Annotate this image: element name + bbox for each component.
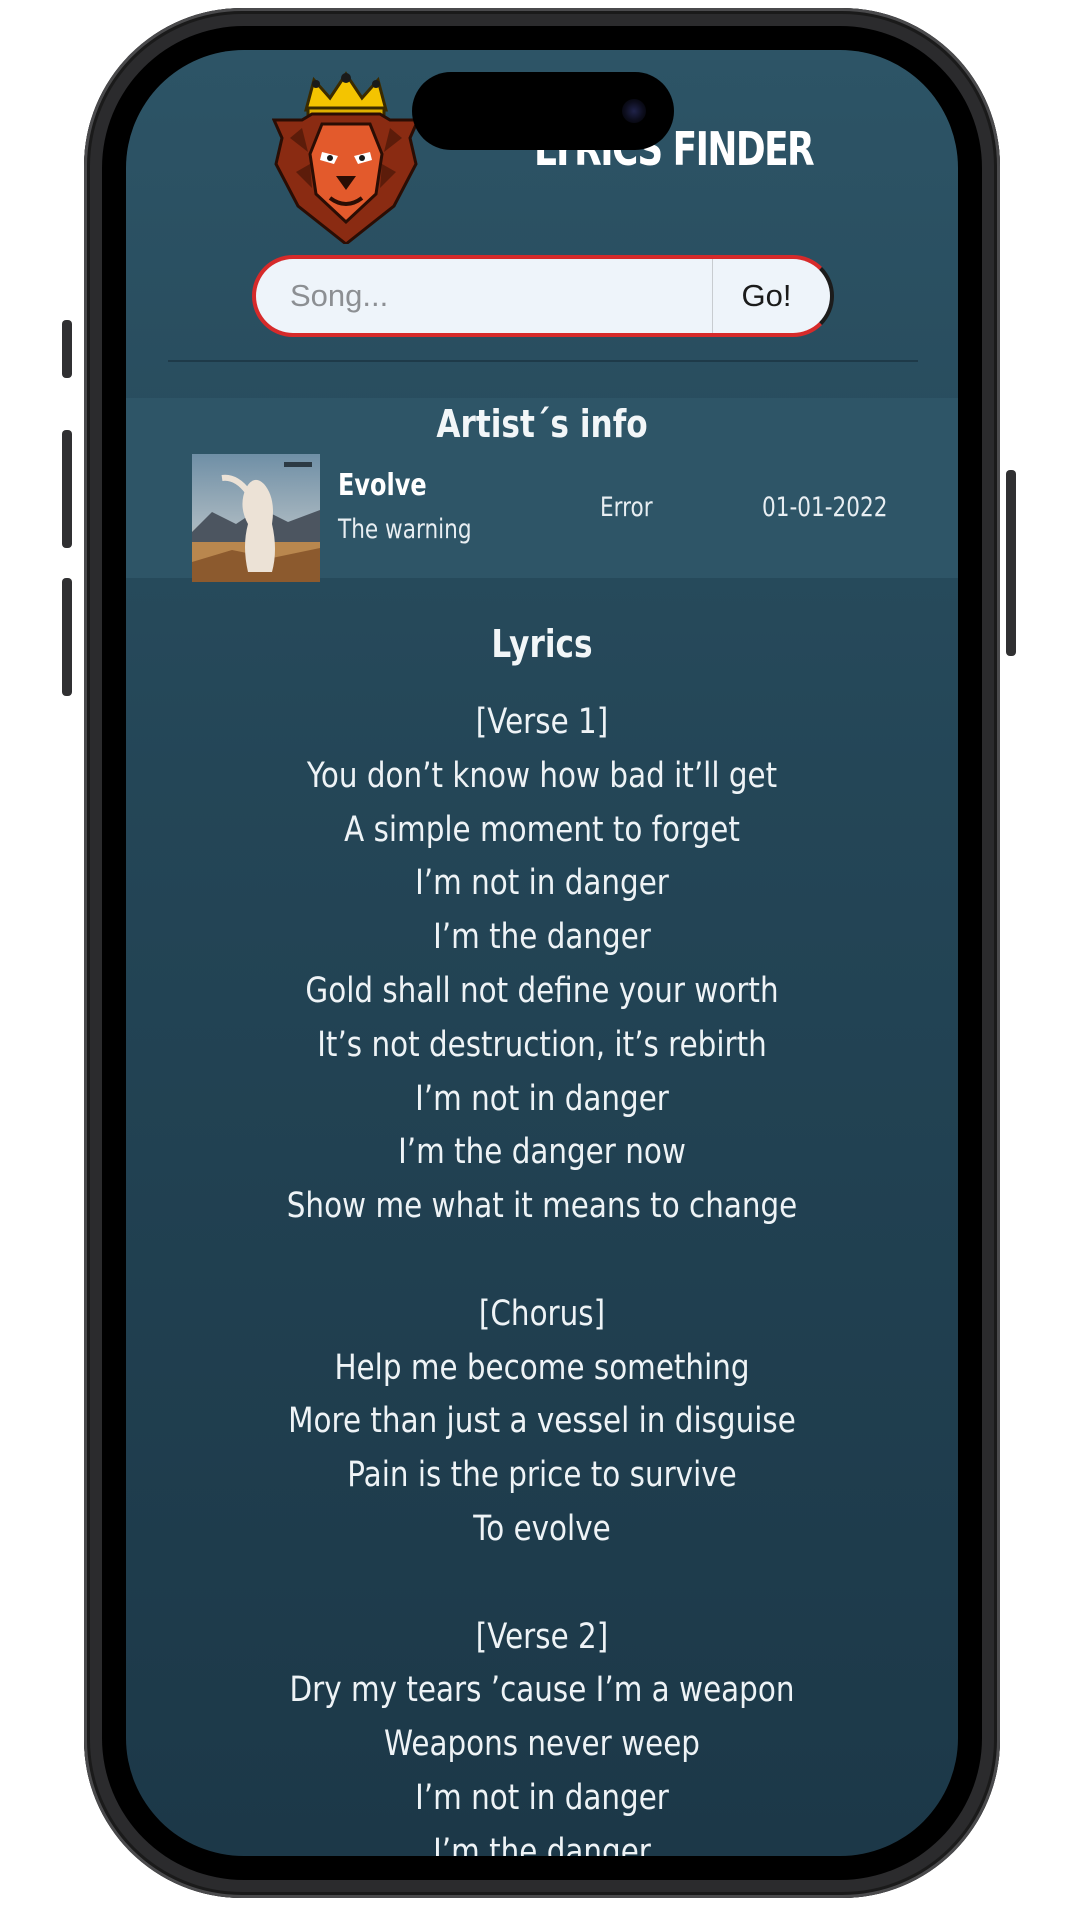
dynamic-island [412, 72, 674, 150]
lyric-line: Pain is the price to survive [347, 1455, 737, 1496]
volume-up-button [62, 430, 72, 548]
song-title: Evolve [338, 468, 427, 503]
lyrics-heading: Lyrics [491, 622, 593, 666]
artist-name: The warning [338, 514, 472, 545]
lyric-line: You don’t know how bad it’ll get [306, 755, 778, 796]
action-button [62, 320, 72, 378]
power-button [1006, 470, 1016, 656]
volume-down-button [62, 578, 72, 696]
lyric-spacer [193, 1234, 892, 1288]
lyric-line: I’m not in danger [415, 863, 669, 904]
lyric-line: Show me what it means to change [286, 1186, 798, 1227]
search-bar: Go! [252, 255, 834, 337]
lyric-line: I’m the danger [433, 917, 651, 958]
release-date: 01-01-2022 [762, 492, 888, 523]
artist-info-heading: Artist´s info [436, 402, 648, 446]
lyric-line: It’s not destruction, it’s rebirth [317, 1024, 767, 1065]
lyric-spacer [193, 1557, 892, 1611]
lyric-line: I’m not in danger [415, 1777, 669, 1818]
lyric-line: A simple moment to forget [344, 809, 740, 850]
lyric-line: Dry my tears ’cause I’m a weapon [289, 1670, 795, 1711]
lyric-line: I’m the danger [433, 1831, 651, 1856]
camera-icon [622, 99, 646, 123]
header-divider [168, 360, 918, 362]
crowned-lion-icon [272, 68, 420, 244]
lyrics-body: [Verse 1] You don’t know how bad it’ll g… [126, 696, 958, 1856]
album-cover-image [192, 454, 320, 582]
go-button[interactable]: Go! [712, 259, 830, 333]
screen: LYRICS FINDER Go! Artist´s info [126, 50, 958, 1856]
lyric-line: More than just a vessel in disguise [288, 1401, 796, 1442]
lyric-line: Help me become something [334, 1347, 750, 1388]
lyric-line: [Verse 2] [475, 1616, 609, 1657]
artist-info-panel: Artist´s info Evolve The warning Error 0… [126, 398, 958, 582]
lyric-line: [Chorus] [478, 1293, 606, 1334]
lyric-line: I’m not in danger [415, 1078, 669, 1119]
lyric-line: [Verse 1] [475, 702, 609, 742]
lyric-line: Weapons never weep [384, 1724, 700, 1765]
song-search-input[interactable] [256, 259, 716, 333]
lyric-line: Gold shall not define your worth [305, 970, 779, 1011]
status-text: Error [600, 492, 653, 523]
lyric-line: To evolve [473, 1508, 611, 1549]
lyric-line: I’m the danger now [398, 1132, 686, 1173]
